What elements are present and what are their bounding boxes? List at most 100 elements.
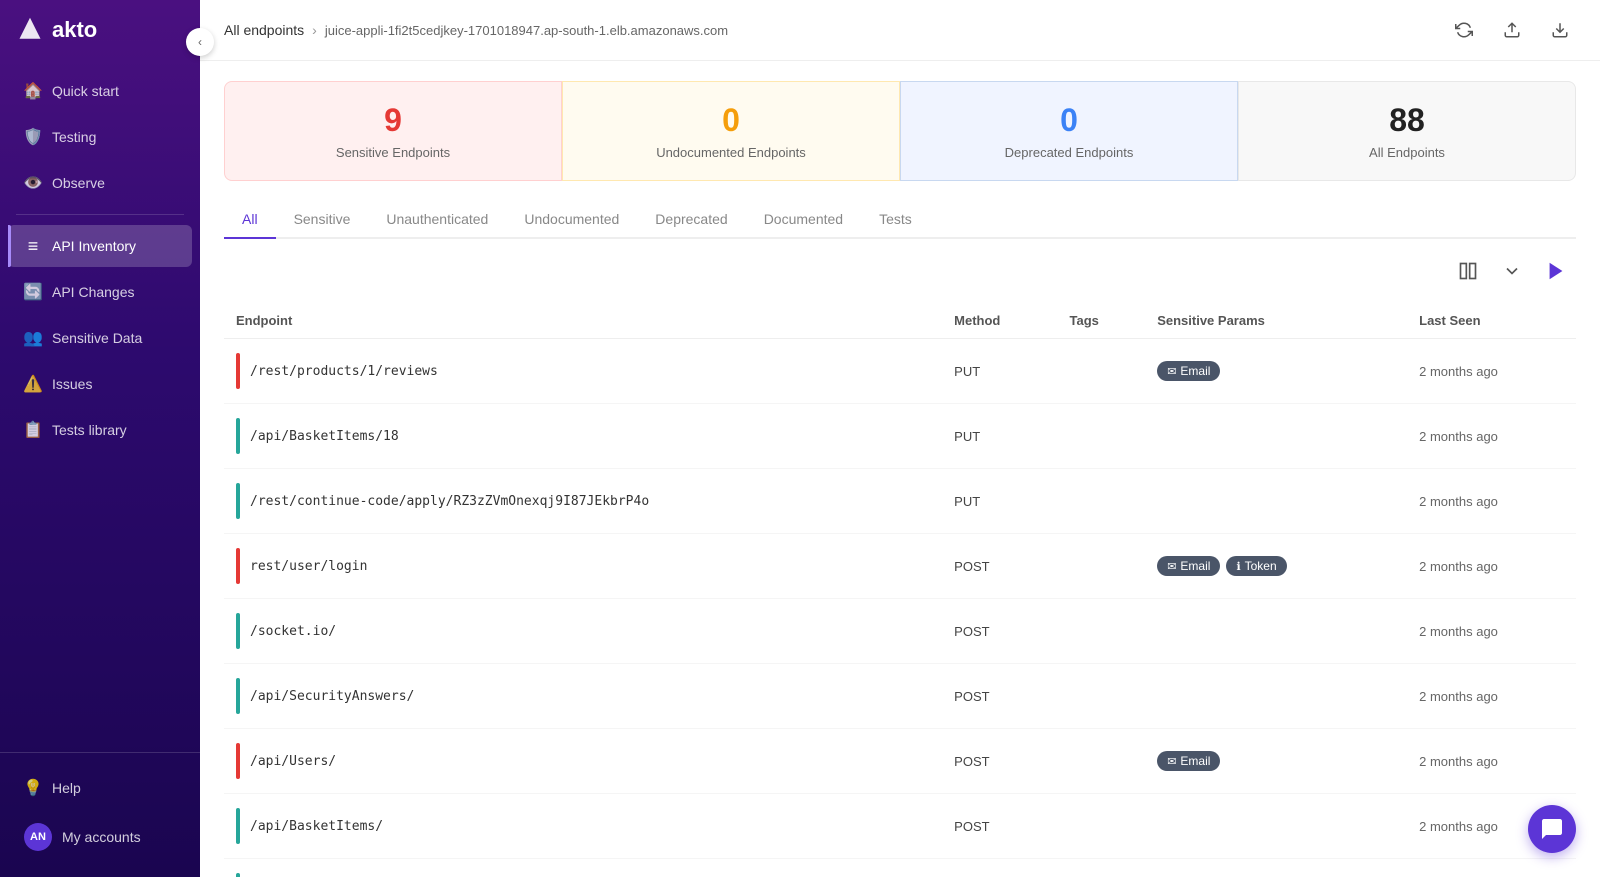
sidebar-item-tests-library[interactable]: 📋 Tests library	[8, 409, 192, 451]
table-row[interactable]: /api/Complaints/ POST2 months ago	[224, 859, 1576, 877]
cell-last-seen: 2 months ago	[1407, 664, 1576, 729]
col-header-method: Method	[942, 303, 1057, 339]
last-seen-value: 2 months ago	[1419, 429, 1498, 444]
app-name: akto	[52, 17, 97, 43]
stat-label-undocumented: Undocumented Endpoints	[583, 145, 879, 160]
cell-tags	[1058, 729, 1146, 794]
badge-icon: ✉	[1167, 560, 1176, 573]
sidebar-item-quick-start[interactable]: 🏠 Quick start	[8, 70, 192, 112]
sidebar-item-help-label: Help	[52, 780, 81, 796]
sidebar-item-my-accounts[interactable]: AN My accounts	[8, 811, 192, 863]
table-toolbar	[224, 255, 1576, 287]
sidebar-item-testing[interactable]: 🛡️ Testing	[8, 116, 192, 158]
tab-tests[interactable]: Tests	[861, 201, 930, 239]
table-row[interactable]: /rest/continue-code/apply/RZ3zZVmOnexqj9…	[224, 469, 1576, 534]
refresh-button[interactable]	[1448, 14, 1480, 46]
download-button[interactable]	[1544, 14, 1576, 46]
method-value: PUT	[954, 494, 980, 509]
method-value: POST	[954, 624, 989, 639]
table-row[interactable]: /api/Users/ POST✉ Email2 months ago	[224, 729, 1576, 794]
tab-deprecated[interactable]: Deprecated	[637, 201, 745, 239]
col-header-endpoint: Endpoint	[224, 303, 942, 339]
last-seen-value: 2 months ago	[1419, 559, 1498, 574]
tab-documented[interactable]: Documented	[746, 201, 861, 239]
cell-tags	[1058, 404, 1146, 469]
stat-number-undocumented: 0	[583, 102, 879, 139]
cell-tags	[1058, 339, 1146, 404]
table-row[interactable]: /api/BasketItems/18 PUT2 months ago	[224, 404, 1576, 469]
main-content: All endpoints › juice-appli-1fi2t5cedjke…	[200, 0, 1600, 877]
table-row[interactable]: /rest/products/1/reviews PUT✉ Email2 mon…	[224, 339, 1576, 404]
endpoints-table: Endpoint Method Tags Sensitive Params La…	[224, 303, 1576, 877]
run-tests-button[interactable]	[1540, 255, 1572, 287]
app-logo[interactable]: akto	[0, 0, 200, 60]
stat-label-sensitive: Sensitive Endpoints	[245, 145, 541, 160]
endpoints-table-wrap: Endpoint Method Tags Sensitive Params La…	[224, 303, 1576, 877]
stat-card-deprecated[interactable]: 0 Deprecated Endpoints	[900, 81, 1238, 181]
tab-sensitive[interactable]: Sensitive	[276, 201, 369, 239]
cell-sensitive-params	[1145, 794, 1407, 859]
columns-icon	[1458, 261, 1478, 281]
sidebar-item-my-accounts-label: My accounts	[62, 829, 141, 845]
cell-sensitive-params: ✉ Email	[1145, 729, 1407, 794]
breadcrumb-separator: ›	[312, 22, 317, 38]
warning-icon: ⚠️	[24, 375, 42, 393]
col-header-tags: Tags	[1058, 303, 1146, 339]
cell-last-seen: 2 months ago	[1407, 599, 1576, 664]
last-seen-value: 2 months ago	[1419, 494, 1498, 509]
col-header-sensitive-params: Sensitive Params	[1145, 303, 1407, 339]
method-indicator	[236, 613, 240, 649]
breadcrumb-parent[interactable]: All endpoints	[224, 22, 304, 38]
filter-button[interactable]	[1496, 255, 1528, 287]
chat-button[interactable]	[1528, 805, 1576, 853]
cell-endpoint: /api/BasketItems/	[224, 794, 942, 859]
cell-endpoint: /rest/products/1/reviews	[224, 339, 942, 404]
cell-method: PUT	[942, 469, 1057, 534]
endpoint-path: /api/Users/	[250, 754, 336, 769]
stat-number-sensitive: 9	[245, 102, 541, 139]
method-value: PUT	[954, 429, 980, 444]
endpoint-path: /api/SecurityAnswers/	[250, 689, 414, 704]
table-row[interactable]: rest/user/login POST✉ Emailℹ Token2 mont…	[224, 534, 1576, 599]
stat-card-sensitive[interactable]: 9 Sensitive Endpoints	[224, 81, 562, 181]
sidebar-item-issues[interactable]: ⚠️ Issues	[8, 363, 192, 405]
sidebar-item-help[interactable]: 💡 Help	[8, 767, 192, 809]
last-seen-value: 2 months ago	[1419, 624, 1498, 639]
breadcrumb-current: juice-appli-1fi2t5cedjkey-1701018947.ap-…	[325, 23, 728, 38]
endpoint-path: /socket.io/	[250, 624, 336, 639]
sidebar-divider-1	[16, 214, 184, 215]
last-seen-value: 2 months ago	[1419, 819, 1498, 834]
sidebar-item-observe[interactable]: 👁️ Observe	[8, 162, 192, 204]
cell-endpoint: /api/Users/	[224, 729, 942, 794]
cell-tags	[1058, 599, 1146, 664]
stats-row: 9 Sensitive Endpoints 0 Undocumented End…	[224, 81, 1576, 181]
last-seen-value: 2 months ago	[1419, 754, 1498, 769]
tab-unauthenticated[interactable]: Unauthenticated	[368, 201, 506, 239]
table-row[interactable]: /socket.io/ POST 2 months ago	[224, 599, 1576, 664]
columns-button[interactable]	[1452, 255, 1484, 287]
stat-card-undocumented[interactable]: 0 Undocumented Endpoints	[562, 81, 900, 181]
cell-tags	[1058, 664, 1146, 729]
tab-all[interactable]: All	[224, 201, 276, 239]
stat-card-all[interactable]: 88 All Endpoints	[1238, 81, 1576, 181]
sensitive-param-badge: ℹ Token	[1226, 556, 1286, 576]
sidebar-item-api-inventory[interactable]: ≡ API Inventory	[8, 225, 192, 267]
collapse-sidebar-button[interactable]: ‹	[186, 28, 214, 56]
download-icon	[1551, 21, 1569, 39]
endpoint-path: /rest/continue-code/apply/RZ3zZVmOnexqj9…	[250, 494, 649, 509]
upload-button[interactable]	[1496, 14, 1528, 46]
cell-sensitive-params	[1145, 599, 1407, 664]
tab-undocumented[interactable]: Undocumented	[506, 201, 637, 239]
method-indicator	[236, 873, 240, 877]
table-row[interactable]: /api/BasketItems/ POST2 months ago	[224, 794, 1576, 859]
avatar-icon: AN	[24, 823, 52, 851]
sidebar-item-api-inventory-label: API Inventory	[52, 238, 136, 254]
stat-number-all: 88	[1259, 102, 1555, 139]
table-row[interactable]: /api/SecurityAnswers/ POST2 months ago	[224, 664, 1576, 729]
cell-last-seen: 2 months ago	[1407, 859, 1576, 877]
home-icon: 🏠	[24, 82, 42, 100]
endpoint-path: rest/user/login	[250, 559, 367, 574]
help-icon: 💡	[24, 779, 42, 797]
sidebar-item-api-changes[interactable]: 🔄 API Changes	[8, 271, 192, 313]
sidebar-item-sensitive-data[interactable]: 👥 Sensitive Data	[8, 317, 192, 359]
